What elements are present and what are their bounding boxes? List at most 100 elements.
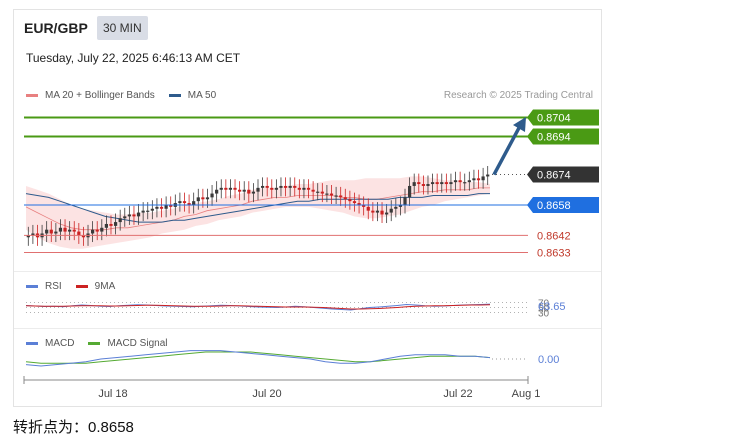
candle-body: [58, 227, 63, 232]
candle-body: [247, 189, 251, 194]
candle-body: [146, 210, 150, 212]
candle-body: [224, 187, 228, 190]
candle-body: [63, 227, 67, 232]
candle-body: [325, 193, 329, 195]
candle-body: [100, 227, 104, 232]
candle-body: [164, 204, 168, 209]
candle-body: [279, 185, 283, 188]
candle-body: [260, 185, 265, 188]
level-label: 0.8658: [537, 200, 571, 212]
candle-body: [302, 187, 306, 190]
candle-body: [320, 191, 324, 194]
candle-body: [210, 193, 214, 198]
candle-body: [155, 206, 159, 209]
rsi-value-label: 63.65: [538, 301, 566, 313]
candle-body: [453, 180, 458, 183]
candle-body: [150, 208, 154, 211]
candle-body: [95, 229, 99, 232]
candle-body: [371, 210, 375, 213]
candle-body: [435, 182, 439, 185]
candle-body: [412, 182, 416, 186]
macd-value-label: 0.00: [538, 354, 559, 366]
candle-body: [132, 214, 136, 217]
candle-body: [242, 189, 246, 192]
candle-body: [123, 216, 127, 219]
level-label: 0.8642: [537, 230, 571, 242]
candle-body: [159, 206, 164, 209]
candle-body: [458, 180, 462, 183]
candle-body: [486, 174, 490, 177]
candle-body: [288, 185, 292, 188]
candle-body: [270, 187, 274, 190]
x-tick-label: Jul 18: [98, 388, 127, 400]
candle-body: [256, 187, 260, 192]
candle-body: [201, 197, 205, 200]
candle-body: [389, 208, 393, 213]
candle-body: [385, 212, 389, 215]
candle-body: [136, 212, 141, 217]
candle-body: [352, 201, 357, 204]
candle-body: [49, 229, 53, 234]
candle-body: [109, 223, 113, 226]
candle-body: [274, 187, 278, 190]
candle-body: [192, 201, 196, 205]
candle-body: [316, 191, 320, 193]
candle-body: [449, 182, 453, 185]
candle-body: [54, 231, 58, 234]
candle-body: [476, 178, 481, 181]
level-label: 0.8633: [537, 247, 571, 259]
candle-body: [440, 182, 444, 185]
candle-body: [394, 206, 398, 209]
candle-body: [127, 214, 131, 217]
x-tick-label: Aug 1: [512, 388, 541, 400]
candle-body: [182, 201, 187, 204]
candle-body: [45, 229, 49, 234]
pivot-footer: 转折点为：0.8658: [13, 419, 134, 436]
candle-body: [407, 185, 412, 198]
x-tick-label: Jul 20: [252, 388, 281, 400]
candle-body: [339, 195, 343, 198]
candle-body: [334, 195, 338, 197]
candle-body: [72, 229, 76, 232]
candle-body: [228, 187, 233, 190]
candle-body: [205, 197, 210, 200]
candle-body: [233, 187, 237, 190]
candle-body: [306, 187, 311, 190]
candle-body: [421, 184, 425, 186]
candle-body: [77, 231, 81, 236]
candle-body: [380, 210, 384, 215]
candle-body: [311, 189, 315, 192]
rsi-line: [25, 303, 491, 311]
candle-body: [472, 178, 476, 181]
candle-body: [403, 197, 407, 205]
candle-body: [426, 184, 430, 186]
candle-body: [113, 222, 118, 226]
candle-body: [417, 182, 421, 185]
candle-body: [68, 229, 72, 232]
candle-body: [293, 185, 297, 188]
candle-body: [297, 187, 301, 190]
candle-body: [104, 223, 109, 228]
candle-body: [444, 182, 448, 185]
candle-body: [463, 182, 467, 184]
price-chart-svg: 0.87040.86940.86740.86580.86420.86337050…: [23, 109, 599, 400]
candle-body: [91, 229, 95, 234]
projection-arrow-shaft: [492, 125, 522, 176]
candle-body: [141, 210, 145, 213]
level-label: 0.8694: [537, 132, 571, 144]
candle-body: [238, 189, 242, 192]
candle-body: [251, 191, 256, 194]
candle-body: [430, 182, 435, 185]
candle-body: [215, 189, 219, 194]
candle-body: [178, 201, 182, 204]
candle-body: [283, 185, 288, 188]
candle-body: [219, 187, 223, 190]
candle-body: [329, 193, 334, 196]
level-label: 0.8674: [537, 170, 571, 182]
candle-body: [375, 210, 380, 213]
candle-body: [481, 176, 485, 181]
candle-body: [196, 197, 200, 202]
candle-body: [467, 180, 471, 183]
candle-body: [348, 199, 352, 202]
candle-body: [343, 197, 347, 200]
